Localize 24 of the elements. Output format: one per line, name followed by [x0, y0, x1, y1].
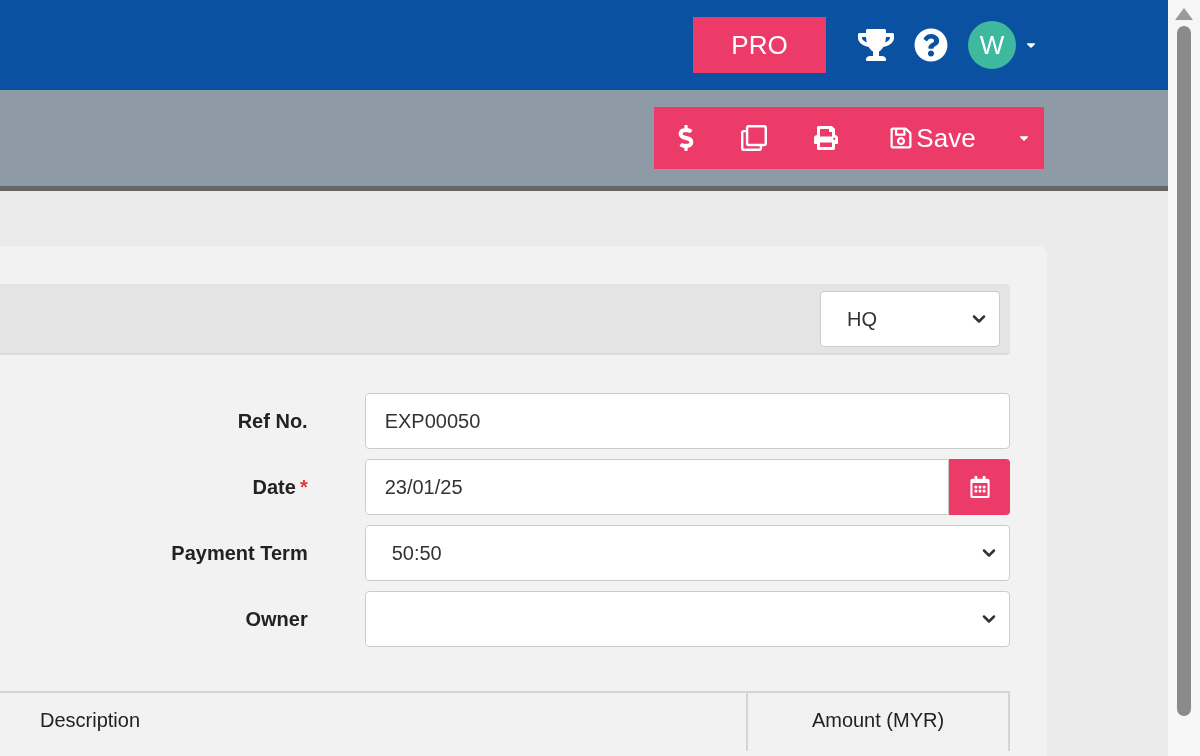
calendar-button[interactable]	[949, 459, 1010, 515]
save-icon	[890, 126, 913, 150]
calendar-icon	[969, 476, 990, 498]
branch-select[interactable]: HQ	[820, 290, 1000, 347]
scrollbar-thumb[interactable]	[1177, 26, 1191, 716]
date-field[interactable]: 23/01/25	[364, 459, 949, 515]
dollar-icon	[677, 125, 695, 151]
help-icon[interactable]	[914, 28, 948, 62]
text-field[interactable]: EXP00050	[364, 393, 1010, 449]
print-icon	[813, 126, 839, 150]
field-label: Ref No.	[237, 409, 308, 434]
field-label: Date	[252, 475, 296, 500]
select-field[interactable]: 50:50	[364, 525, 1010, 581]
plan-badge[interactable]: PRO	[693, 17, 826, 73]
required-mark: *	[299, 475, 308, 500]
copy-icon	[741, 125, 767, 151]
scrollbar[interactable]	[1168, 0, 1200, 756]
column-header: Description	[0, 693, 748, 751]
column-header: Amount (MYR)	[748, 693, 1010, 751]
field-label: Payment Term	[171, 541, 308, 566]
select-field[interactable]	[364, 591, 1010, 647]
trophy-icon[interactable]	[858, 28, 894, 62]
field-label: Owner	[245, 607, 308, 632]
scroll-up-icon[interactable]	[1175, 8, 1193, 20]
